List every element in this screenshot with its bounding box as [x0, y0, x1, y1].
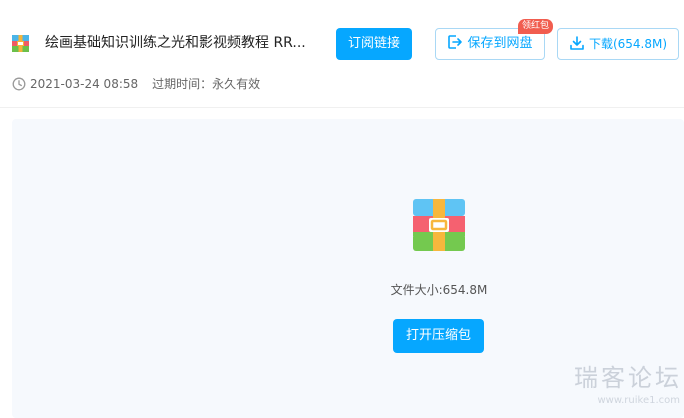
open-archive-button[interactable]: 打开压缩包 [393, 319, 484, 353]
file-size-label: 文件大小: [390, 283, 443, 297]
file-title: 绘画基础知识训练之光和影视频教程 RR... [45, 35, 306, 51]
share-date: 2021-03-24 08:58 [30, 77, 139, 91]
red-packet-badge: 领红包 [518, 19, 554, 34]
subscribe-link-button[interactable]: 订阅链接 [336, 28, 412, 60]
expire-value: 永久有效 [212, 77, 261, 91]
watermark: 瑞客论坛 [574, 364, 682, 392]
rar-archive-icon [12, 35, 29, 52]
file-size: 文件大小:654.8M [352, 282, 526, 298]
archive-icon [413, 199, 465, 251]
share-page: 绘画基础知识训练之光和影视频教程 RR... 订阅链接 保存到网盘 领红包 下载… [0, 0, 684, 418]
expire-label: 过期时间： [152, 77, 213, 91]
download-label: 下载(654.8M) [588, 37, 668, 51]
download-button[interactable]: 下载(654.8M) [557, 28, 679, 60]
share-header: 绘画基础知识训练之光和影视频教程 RR... 订阅链接 保存到网盘 领红包 下载… [0, 0, 684, 108]
save-to-cloud-icon [448, 35, 463, 49]
save-to-cloud-label: 保存到网盘 [467, 36, 533, 51]
file-size-value: 654.8M [442, 283, 488, 297]
share-meta: 2021-03-24 08:58 过期时间：永久有效 [12, 75, 260, 93]
clock-icon [12, 77, 26, 91]
watermark-url: www.ruike1.com [597, 395, 680, 406]
download-icon [570, 36, 584, 50]
